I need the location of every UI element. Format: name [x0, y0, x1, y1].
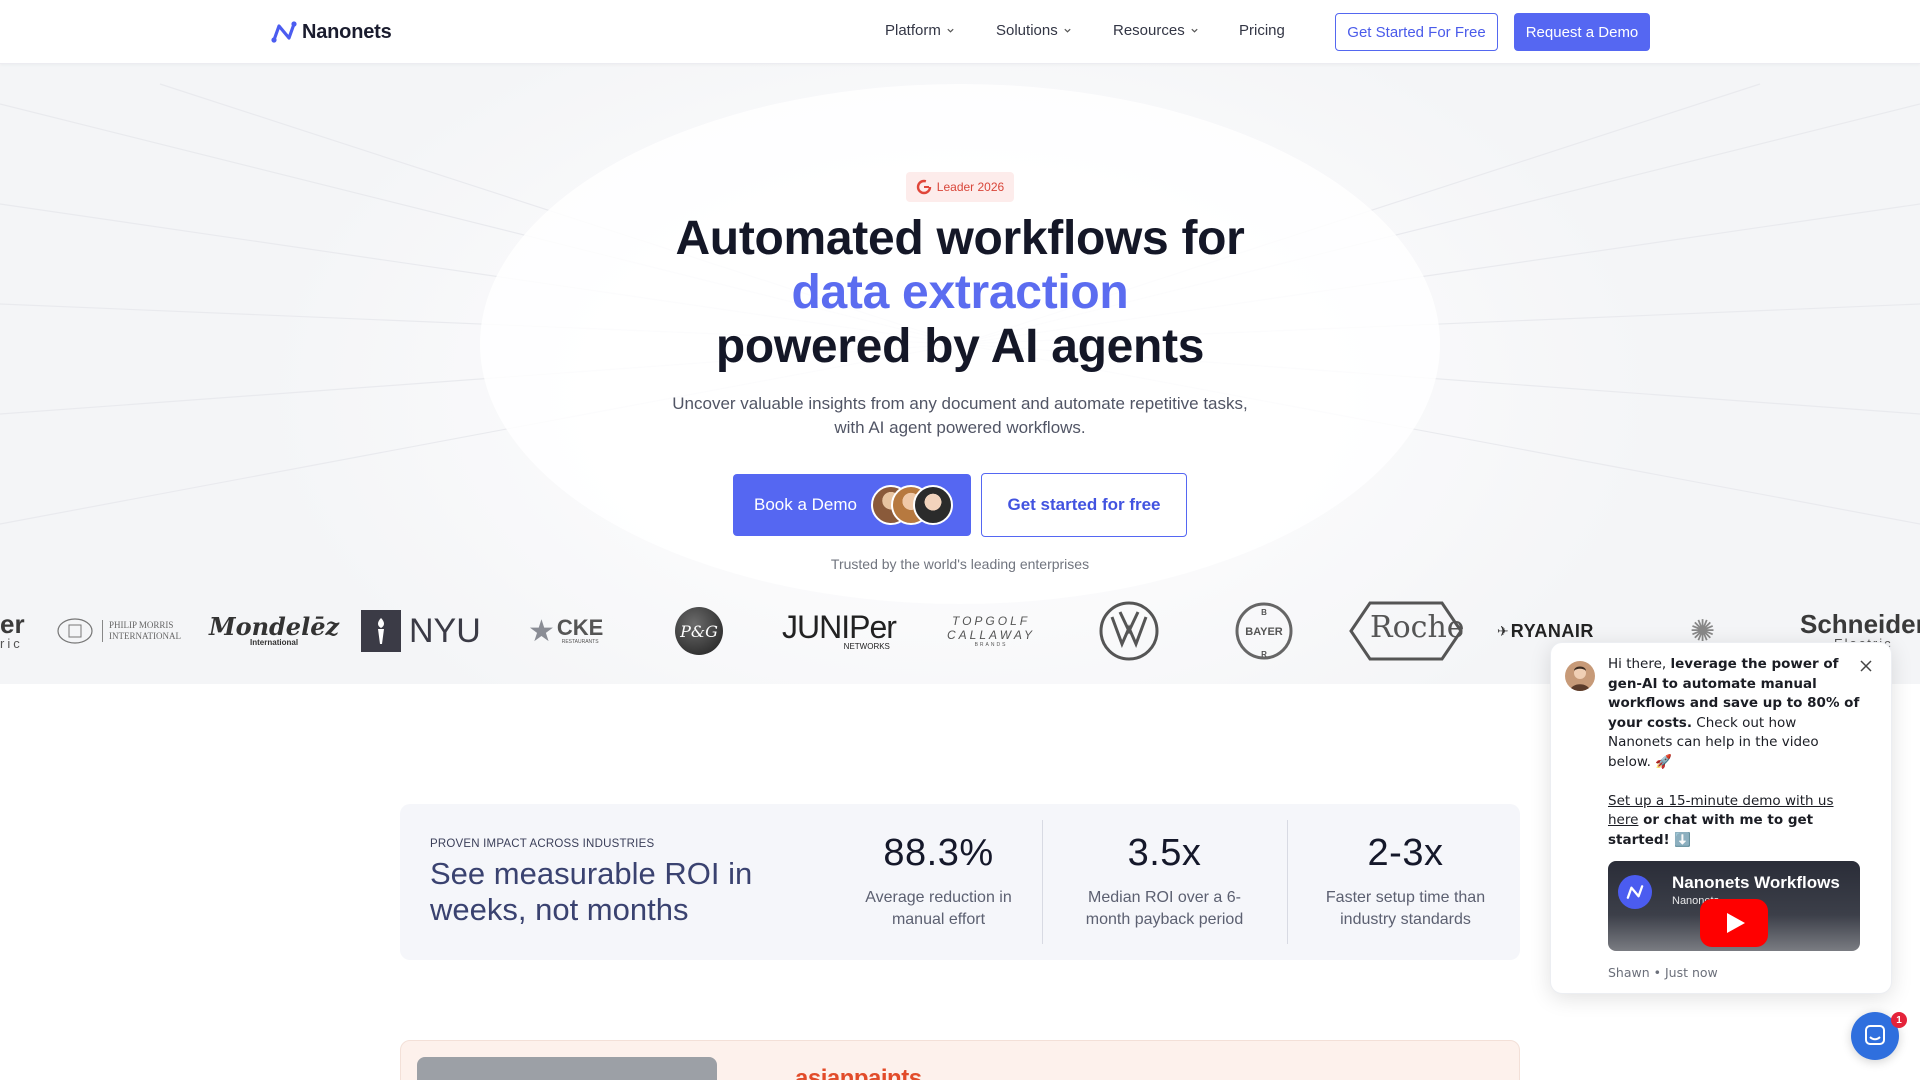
- roi-stat: 2-3x Faster setup time than industry sta…: [1283, 818, 1528, 944]
- torch-icon: [361, 610, 401, 652]
- brand-text: JUNIPer: [782, 608, 897, 645]
- chat-message: Hi there, leverage the power of gen-AI t…: [1608, 655, 1864, 850]
- vw-emblem-icon: [1099, 601, 1159, 661]
- case-study-card[interactable]: asianpaints: [400, 1040, 1520, 1080]
- brand-text: INTERNATIONAL: [109, 631, 181, 641]
- nav-platform[interactable]: Platform: [885, 22, 955, 39]
- philip-morris-logo: PHILIP MORRIS INTERNATIONAL: [56, 596, 181, 666]
- stat-value: 3.5x: [1127, 832, 1202, 874]
- nanonets-logo[interactable]: Nanonets: [270, 18, 392, 46]
- crest-icon: [57, 618, 93, 644]
- agent-avatar: [1565, 661, 1595, 691]
- chevron-down-icon: [1191, 28, 1198, 33]
- nav-resources[interactable]: Resources: [1113, 22, 1199, 39]
- stat-label: Median ROI over a 6-month payback period: [1085, 889, 1244, 928]
- brand-subtext: International: [250, 637, 299, 647]
- svg-text:R: R: [1261, 650, 1267, 659]
- avatar: [913, 485, 953, 525]
- nav-solutions[interactable]: Solutions: [996, 22, 1072, 39]
- brand-subtext: RESTAURANTS: [561, 639, 599, 645]
- brand-text: TOPGOLF: [951, 614, 1031, 628]
- brand-text: CKE: [556, 615, 604, 640]
- brand-text: Schneider: [1800, 608, 1920, 639]
- roi-heading: See measurable ROI in weeks, not months: [430, 856, 753, 927]
- nanonets-logo-icon: [271, 21, 297, 43]
- star-icon: ★: [528, 614, 555, 648]
- nav-platform-label: Platform: [885, 22, 941, 39]
- chevron-down-icon: [947, 28, 954, 33]
- brand-subtext: BRANDS: [974, 642, 1008, 648]
- nav-pricing[interactable]: Pricing: [1239, 22, 1285, 39]
- hero-title-line-3: powered by AI agents: [715, 320, 1205, 373]
- g2-icon: [916, 179, 931, 195]
- video-title: Nanonets Workflows: [1672, 873, 1840, 892]
- nyu-logo: NYU: [361, 596, 481, 666]
- roi-stat: 88.3% Average reduction in manual effort: [816, 818, 1061, 944]
- bayer-logo: BAYER B R: [1234, 596, 1294, 666]
- book-demo-button[interactable]: Book a Demo: [733, 474, 971, 536]
- hero-title-line-1: Automated workflows for: [675, 212, 1245, 265]
- volkswagen-logo: [1098, 596, 1160, 666]
- hero-title: Automated workflows for data extraction …: [560, 212, 1360, 374]
- brand-name: Nanonets: [302, 20, 392, 43]
- mondelez-logo: Mondelēz International: [209, 596, 339, 666]
- nanonets-channel-icon: [1618, 875, 1652, 909]
- brand-subtext: NETWORKS: [843, 641, 890, 651]
- demo-link[interactable]: Set up a 15-minute demo with us: [1608, 793, 1834, 809]
- g2-leader-badge: Leader 2026: [906, 172, 1014, 202]
- brand-text: er: [0, 608, 25, 639]
- brand-text: P&G: [675, 607, 723, 655]
- stat-label: Average reduction in manual effort: [865, 889, 1012, 928]
- get-started-free-hero-button[interactable]: Get started for free: [981, 473, 1187, 537]
- nav-solutions-label: Solutions: [996, 22, 1058, 39]
- here-link[interactable]: here: [1608, 812, 1638, 828]
- bayer-cross-icon: BAYER B R: [1235, 602, 1293, 660]
- customer-photo: [417, 1057, 717, 1080]
- video-thumbnail[interactable]: Nanonets Workflows Nanonets: [1608, 861, 1860, 951]
- svg-text:B: B: [1261, 608, 1267, 617]
- nav-resources-label: Resources: [1113, 22, 1185, 39]
- roi-eyebrow: PROVEN IMPACT ACROSS INDUSTRIES: [430, 838, 655, 850]
- chat-popup[interactable]: Hi there, leverage the power of gen-AI t…: [1550, 642, 1892, 994]
- hero-subtitle: Uncover valuable insights from any docum…: [560, 392, 1360, 440]
- nav-pricing-label: Pricing: [1239, 22, 1285, 39]
- cke-logo: ★ CKE RESTAURANTS: [528, 596, 603, 666]
- badge-label: Leader 2026: [936, 180, 1005, 194]
- hero-subtitle-line-1: Uncover valuable insights from any docum…: [672, 394, 1248, 413]
- roi-section: PROVEN IMPACT ACROSS INDUSTRIES See meas…: [400, 804, 1520, 960]
- play-icon[interactable]: [1700, 899, 1768, 947]
- trusted-by-text: Trusted by the world's leading enterpris…: [830, 556, 1090, 572]
- case-study-brand: asianpaints: [795, 1065, 922, 1080]
- chat-bold-text: or chat with me to get started! ⬇️: [1608, 812, 1814, 848]
- stat-label: Faster setup time than industry standard…: [1325, 889, 1486, 928]
- stat-value: 2-3x: [1367, 832, 1444, 874]
- brand-subtext: ric: [0, 635, 23, 651]
- schneider-electric-logo-partial: er ric: [0, 596, 25, 666]
- stat-value: 88.3%: [883, 832, 994, 874]
- roche-logo: Roche: [1348, 596, 1465, 666]
- brand-text: NYU: [409, 611, 481, 650]
- team-avatars: [871, 485, 957, 525]
- brand-text: PHILIP MORRIS: [109, 620, 174, 630]
- topgolf-callaway-logo: TOPGOLF CALLAWAY BRANDS: [947, 596, 1035, 666]
- roi-stat: 3.5x Median ROI over a 6-month payback p…: [1042, 818, 1287, 944]
- top-navigation: Nanonets Platform Solutions Resources Pr…: [0, 0, 1920, 64]
- chat-greeting: Hi there,: [1608, 656, 1671, 672]
- hero-subtitle-line-2: with AI agent powered workflows.: [834, 418, 1086, 437]
- pg-logo: P&G: [675, 596, 723, 666]
- unread-count-badge: 1: [1891, 1012, 1907, 1028]
- harp-icon: ✈: [1497, 622, 1509, 639]
- chevron-down-icon: [1064, 28, 1071, 33]
- brand-text: Roche: [1370, 610, 1465, 645]
- hero-title-accent: data extraction: [791, 266, 1129, 319]
- chat-meta: Shawn • Just now: [1608, 965, 1718, 980]
- get-started-free-button[interactable]: Get Started For Free: [1335, 13, 1498, 51]
- juniper-logo: JUNIPer NETWORKS: [782, 596, 897, 666]
- svg-text:BAYER: BAYER: [1245, 626, 1283, 638]
- brand-text: Mondelēz: [209, 611, 340, 641]
- request-demo-button[interactable]: Request a Demo: [1514, 13, 1650, 51]
- brand-text: RYANAIR: [1510, 620, 1594, 641]
- book-demo-label: Book a Demo: [754, 495, 857, 514]
- brand-text: CALLAWAY: [947, 628, 1036, 642]
